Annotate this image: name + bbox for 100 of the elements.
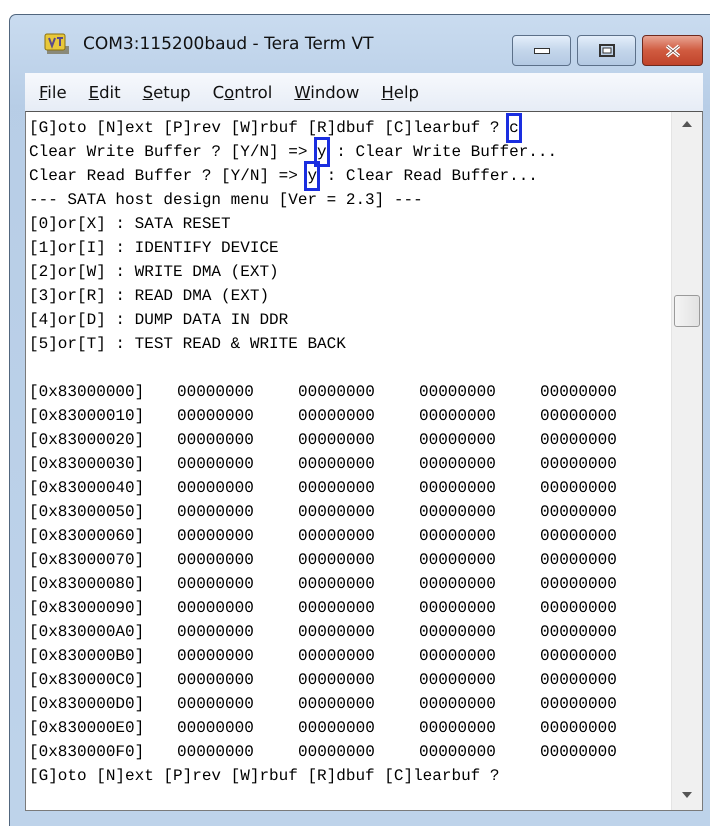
data-cell-text: 00000000 (540, 694, 618, 715)
data-cell-text: 00000000 (419, 478, 497, 499)
data-cell-text: 00000000 (298, 502, 376, 523)
data-cell-text: 00000000 (177, 526, 255, 547)
maximize-button[interactable] (577, 35, 636, 66)
data-cell-text: 00000000 (298, 742, 376, 763)
data-cell-text: 00000000 (298, 382, 376, 403)
data-cell-text: 00000000 (540, 502, 618, 523)
scrollbar-thumb[interactable] (674, 295, 700, 327)
data-cell-text: 00000000 (177, 502, 255, 523)
address-cell-text: [0x83000080] (29, 574, 146, 595)
console-line: Clear Read Buffer ? [Y/N] => (29, 166, 299, 187)
data-cell-text: 00000000 (419, 574, 497, 595)
data-cell-text: 00000000 (298, 550, 376, 571)
data-cell-text: 00000000 (540, 622, 618, 643)
address-cell-text: [0x83000050] (29, 502, 146, 523)
address-cell-text: [0x83000030] (29, 454, 146, 475)
data-cell-text: 00000000 (419, 622, 497, 643)
data-cell-text: 00000000 (177, 382, 255, 403)
data-cell-text: 00000000 (298, 718, 376, 739)
console-line: [0]or[X] : SATA RESET (29, 214, 231, 235)
menu-item[interactable]: Control (204, 78, 280, 106)
data-cell-text: 00000000 (177, 718, 255, 739)
data-cell-text: 00000000 (419, 550, 497, 571)
data-cell-text: 00000000 (540, 526, 618, 547)
menu-item[interactable]: Window (286, 78, 368, 106)
console-line: [3]or[R] : READ DMA (EXT) (29, 286, 270, 307)
data-cell-text: 00000000 (419, 646, 497, 667)
data-cell-text: 00000000 (298, 526, 376, 547)
data-cell-text: 00000000 (177, 454, 255, 475)
minimize-button[interactable] (512, 35, 571, 66)
console-response: : Clear Read Buffer... (326, 166, 538, 187)
data-cell-text: 00000000 (298, 574, 376, 595)
data-cell-text: 00000000 (177, 430, 255, 451)
address-cell-text: [0x83000060] (29, 526, 146, 547)
data-cell-text: 00000000 (177, 406, 255, 427)
address-cell-text: [0x83000090] (29, 598, 146, 619)
data-cell-text: 00000000 (540, 670, 618, 691)
data-cell-text: 00000000 (298, 598, 376, 619)
data-cell-text: 00000000 (177, 574, 255, 595)
address-cell-text: [0x830000D0] (29, 694, 146, 715)
data-cell-text: 00000000 (540, 574, 618, 595)
address-cell-text: [0x83000040] (29, 478, 146, 499)
data-cell-text: 00000000 (540, 454, 618, 475)
scroll-up-icon[interactable] (682, 121, 692, 127)
close-button[interactable] (642, 35, 703, 66)
app-icon (43, 32, 71, 56)
address-cell-text: [0x830000C0] (29, 670, 146, 691)
data-cell-text: 00000000 (298, 646, 376, 667)
data-cell-text: 00000000 (177, 478, 255, 499)
data-cell-text: 00000000 (177, 646, 255, 667)
address-cell-text: [0x830000E0] (29, 718, 146, 739)
data-cell-text: 00000000 (419, 454, 497, 475)
data-cell-text: 00000000 (298, 622, 376, 643)
window-title: COM3:115200baud - Tera Term VT (83, 34, 374, 54)
data-cell-text: 00000000 (540, 598, 618, 619)
data-cell-text: 00000000 (298, 430, 376, 451)
data-cell-text: 00000000 (419, 502, 497, 523)
address-cell-text: [0x83000010] (29, 406, 146, 427)
data-cell-text: 00000000 (419, 430, 497, 451)
data-cell-text: 00000000 (419, 694, 497, 715)
data-cell-text: 00000000 (419, 742, 497, 763)
data-cell-text: 00000000 (177, 694, 255, 715)
console-line: Clear Write Buffer ? [Y/N] => (29, 142, 308, 163)
console-line: [2]or[W] : WRITE DMA (EXT) (29, 262, 279, 283)
data-cell-text: 00000000 (419, 406, 497, 427)
data-cell-text: 00000000 (177, 550, 255, 571)
data-cell-text: 00000000 (177, 598, 255, 619)
data-cell-text: 00000000 (419, 598, 497, 619)
address-cell-text: [0x830000A0] (29, 622, 146, 643)
data-cell-text: 00000000 (298, 454, 376, 475)
data-cell-text: 00000000 (419, 718, 497, 739)
menu-item[interactable]: Help (373, 78, 428, 106)
console-line: [G]oto [N]ext [P]rev [W]rbuf [R]dbuf [C]learbuf ? (29, 766, 500, 787)
console-line: [G]oto [N]ext [P]rev [W]rbuf [R]dbuf [C]learbuf ? (29, 118, 500, 139)
menu-item[interactable]: Setup (134, 78, 199, 106)
address-cell-text: [0x830000B0] (29, 646, 146, 667)
data-cell-text: 00000000 (177, 670, 255, 691)
data-cell-text: 00000000 (419, 670, 497, 691)
maximize-icon (598, 44, 614, 57)
address-cell-text: [0x83000070] (29, 550, 146, 571)
data-cell-text: 00000000 (298, 478, 376, 499)
data-cell-text: 00000000 (540, 742, 618, 763)
data-cell-text: 00000000 (540, 646, 618, 667)
scroll-down-icon[interactable] (682, 792, 692, 798)
data-cell-text: 00000000 (540, 550, 618, 571)
console-line: [5]or[T] : TEST READ & WRITE BACK (29, 334, 346, 355)
minimize-icon (534, 48, 550, 54)
address-cell-text: [0x83000020] (29, 430, 146, 451)
data-cell-text: 00000000 (540, 430, 618, 451)
address-cell-text: [0x83000000] (29, 382, 146, 403)
menu-item[interactable]: Edit (80, 78, 129, 106)
data-cell-text: 00000000 (540, 382, 618, 403)
menu-item[interactable]: File (31, 78, 75, 106)
console-line: [1]or[I] : IDENTIFY DEVICE (29, 238, 279, 259)
console-line: [4]or[D] : DUMP DATA IN DDR (29, 310, 288, 331)
data-cell-text: 00000000 (540, 718, 618, 739)
data-cell-text: 00000000 (419, 526, 497, 547)
data-cell-text: 00000000 (298, 670, 376, 691)
close-icon (664, 44, 682, 58)
